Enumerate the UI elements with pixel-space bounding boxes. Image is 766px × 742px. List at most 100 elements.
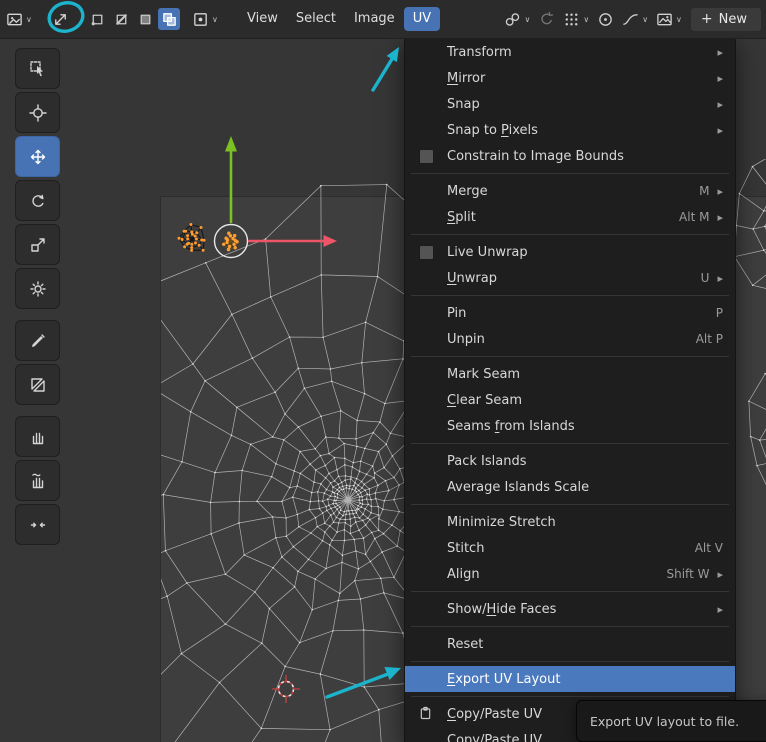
menu-view[interactable]: View	[238, 7, 287, 31]
select-mode-face[interactable]	[134, 8, 156, 30]
sticky-selection-dropdown[interactable]: ∨	[192, 0, 218, 38]
proportional-editing-toggle[interactable]	[597, 11, 614, 28]
arc-arrow-icon	[541, 11, 554, 24]
image-browse-dropdown[interactable]: ∨	[656, 11, 682, 28]
menu-item-label: Constrain to Image Bounds	[447, 148, 624, 164]
tool-rotate[interactable]	[15, 180, 60, 221]
menu-item-unpin[interactable]: Unpin Alt P	[405, 326, 735, 352]
menu-item-label: Unpin	[447, 331, 485, 347]
menu-item-label: Copy/Paste UV	[447, 706, 542, 722]
chevron-down-icon: ∨	[676, 14, 682, 24]
menu-item-label: Seams from Islands	[447, 418, 575, 434]
tool-move[interactable]	[15, 136, 60, 177]
uv-sync-selection-toggle[interactable]	[52, 0, 69, 38]
menu-item-label: Pin	[447, 305, 467, 321]
snap-toggle[interactable]	[538, 11, 555, 28]
new-image-button-label: New	[718, 11, 747, 27]
link-dropdown[interactable]: ∨	[504, 11, 530, 28]
header-right-controls: ∨ ∨ ∨ ∨ + New	[504, 0, 762, 38]
menu-item-seams-from-islands[interactable]: Seams from Islands	[405, 413, 735, 439]
tool-pinch[interactable]	[15, 504, 60, 545]
checkbox-unchecked[interactable]	[419, 245, 434, 260]
menu-item-label: Pack Islands	[447, 453, 527, 469]
menu-item-label: Transform	[447, 44, 512, 60]
menu-item-unwrap[interactable]: Unwrap U ▸	[405, 265, 735, 291]
chevron-down-icon: ∨	[642, 14, 649, 24]
tooltip: Export UV layout to file.	[576, 700, 766, 742]
submenu-arrow-icon: ▸	[717, 97, 723, 111]
relax-icon	[31, 473, 43, 488]
menu-item-align[interactable]: Align Shift W ▸	[405, 561, 735, 587]
select-mode-edge[interactable]	[110, 8, 132, 30]
menu-item-minimize-stretch[interactable]: Minimize Stretch	[405, 509, 735, 535]
clipboard-icon	[418, 706, 433, 721]
menu-item-transform[interactable]: Transform ▸	[405, 39, 735, 65]
mode-face-icon	[140, 14, 150, 24]
grab-icon	[32, 432, 43, 444]
chevron-down-icon: ∨	[524, 14, 531, 24]
menu-item-average-islands-scale[interactable]: Average Islands Scale	[405, 474, 735, 500]
menu-item-mirror[interactable]: Mirror ▸	[405, 65, 735, 91]
chevron-down-icon: ∨	[583, 14, 590, 24]
transform-icon	[29, 280, 46, 297]
tool-scale[interactable]	[15, 224, 60, 265]
tool-cursor[interactable]	[15, 92, 60, 133]
tool-grab[interactable]	[15, 416, 60, 457]
menu-item-pack-islands[interactable]: Pack Islands	[405, 448, 735, 474]
menu-item-merge[interactable]: Merge M ▸	[405, 178, 735, 204]
snapping-dropdown[interactable]: ∨	[563, 11, 589, 28]
tool-transform[interactable]	[15, 268, 60, 309]
shortcut-label: Alt M	[679, 210, 710, 224]
chevron-down-icon: ∨	[26, 14, 32, 24]
menu-uv[interactable]: UV	[403, 7, 441, 31]
menu-item-split[interactable]: Split Alt M ▸	[405, 204, 735, 230]
menu-item-label: Split	[447, 209, 476, 225]
submenu-arrow-icon: ▸	[717, 567, 723, 581]
submenu-arrow-icon: ▸	[717, 123, 723, 137]
select-mode-island[interactable]	[158, 8, 180, 30]
menu-item-show-hide-faces[interactable]: Show/Hide Faces ▸	[405, 596, 735, 622]
select-mode-vertex[interactable]	[86, 8, 108, 30]
move-icon	[30, 149, 45, 164]
checkbox-unchecked[interactable]	[419, 149, 434, 164]
menu-item-snap[interactable]: Snap ▸	[405, 91, 735, 117]
menu-item-label: Merge	[447, 183, 488, 199]
falloff-dropdown[interactable]: ∨	[622, 11, 648, 28]
shortcut-label: Shift W	[666, 567, 710, 581]
annotate-icon	[31, 333, 45, 347]
menu-separator	[405, 439, 735, 448]
plus-icon: +	[700, 11, 713, 27]
menu-item-label: Stitch	[447, 540, 485, 556]
pinch-icon	[30, 522, 45, 527]
uv-menu-dropdown: Transform ▸ Mirror ▸ Snap ▸ Snap to Pixels ▸ Con…	[404, 38, 736, 742]
shortcut-label: M	[699, 184, 710, 198]
tool-rip-region[interactable]	[15, 364, 60, 405]
tool-select-box[interactable]	[15, 48, 60, 89]
menu-item-mark-seam[interactable]: Mark Seam	[405, 361, 735, 387]
menu-item-constrain-to-image-bounds[interactable]: Constrain to Image Bounds	[405, 143, 735, 169]
menu-item-clear-seam[interactable]: Clear Seam	[405, 387, 735, 413]
menu-separator	[405, 352, 735, 361]
menu-item-export-uv-layout[interactable]: Export UV Layout	[405, 666, 735, 692]
editor-type-button[interactable]: ∨	[6, 0, 32, 38]
shortcut-label: U	[700, 271, 710, 285]
tool-relax[interactable]	[15, 460, 60, 501]
menu-item-live-unwrap[interactable]: Live Unwrap	[405, 239, 735, 265]
menu-item-snap-to-pixels[interactable]: Snap to Pixels ▸	[405, 117, 735, 143]
new-image-button[interactable]: + New	[689, 6, 762, 32]
menu-image[interactable]: Image	[345, 7, 404, 31]
menu-item-label: Align	[447, 566, 480, 582]
menu-item-reset[interactable]: Reset	[405, 631, 735, 657]
tool-annotate[interactable]	[15, 320, 60, 361]
menu-item-stitch[interactable]: Stitch Alt V	[405, 535, 735, 561]
tooltip-text: Export UV layout to file.	[590, 713, 740, 729]
submenu-arrow-icon: ▸	[717, 602, 723, 616]
clipboard-icon	[420, 706, 431, 720]
menu-item-label: Snap	[447, 96, 480, 112]
menu-select[interactable]: Select	[287, 7, 345, 31]
image-browse-icon	[657, 13, 672, 25]
menu-bar: View Select Image UV	[238, 0, 441, 38]
menu-separator	[405, 500, 735, 509]
menu-item-label: Live Unwrap	[447, 244, 528, 260]
menu-item-pin[interactable]: Pin P	[405, 300, 735, 326]
